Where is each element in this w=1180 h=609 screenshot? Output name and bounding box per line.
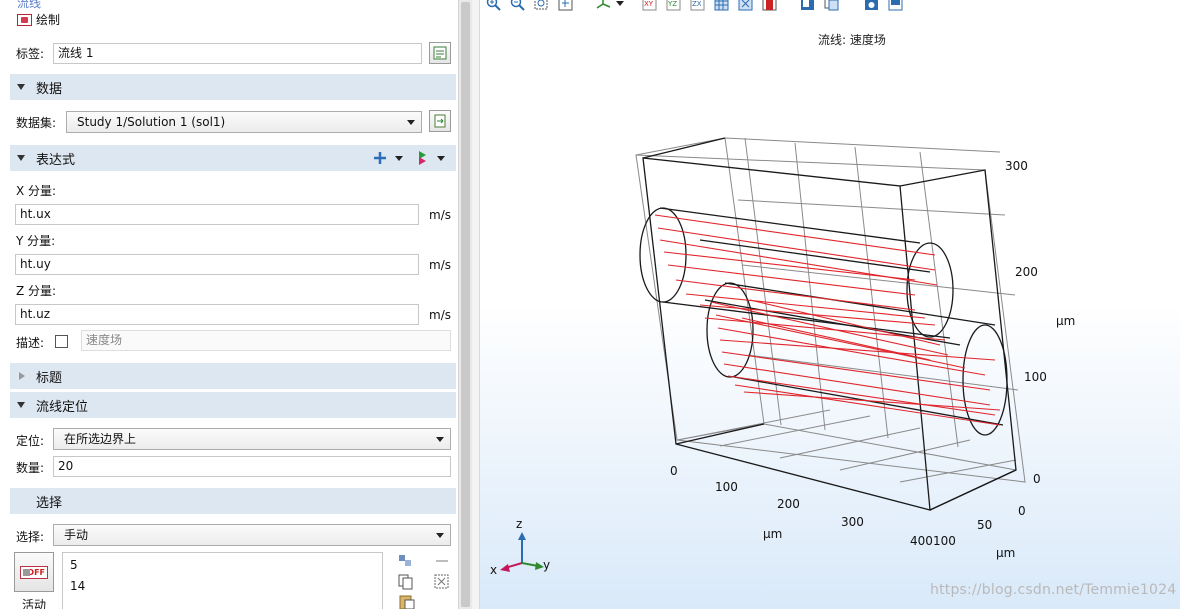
settings-scrollbar[interactable] [458,0,472,609]
axis-labels: 300 200 100 0 µm 0 100 200 300 400 µm 0 … [670,159,1075,560]
list-item[interactable]: 14 [70,579,85,593]
y-tick: 50 [977,518,992,532]
label-input[interactable]: 流线 1 [53,43,422,64]
collapse-icon [17,402,25,408]
activate-selection-button[interactable]: OFF [14,552,54,592]
clear-icon [434,574,449,589]
settings-panel: 流线 绘制 标签: 流线 1 数据 数据集: Study 1/Solution … [0,0,458,609]
replace-expression-button[interactable] [374,149,404,167]
copy-selection-button[interactable] [397,573,415,591]
selection-list[interactable]: 5 14 [62,552,383,609]
x-tick: 0 [670,464,678,478]
clear-selection-button[interactable] [433,573,451,591]
select-entities-icon [399,555,411,566]
section-title[interactable]: 标题 [10,363,456,389]
geometry-edges [639,137,1017,511]
description-caption: 描述: [16,336,45,350]
list-item[interactable]: 5 [70,558,78,572]
x-unit: m/s [429,208,451,222]
count-caption: 数量: [16,461,45,475]
z-component-input[interactable]: ht.uz [15,304,419,325]
minus-icon [436,560,448,562]
comsol-window: 流线 绘制 标签: 流线 1 数据 数据集: Study 1/Solution … [0,0,1180,609]
clipboard-icon [399,595,415,609]
chevron-down-icon [436,437,444,442]
panel-title: 流线 [17,0,42,10]
x-unit-label: µm [763,527,782,541]
x-tick: 400 [910,534,933,548]
y-unit: m/s [429,258,451,272]
paste-button[interactable] [398,593,416,609]
z-component-caption: Z 分量: [16,284,57,298]
label-caption: 标签: [16,47,45,61]
section-selection[interactable]: 选择 [10,488,456,514]
z-tick: 300 [1005,159,1028,173]
label-edit-button[interactable] [429,42,451,64]
collapse-icon [17,84,25,90]
count-input[interactable]: 20 [53,456,451,477]
expression-menu-button[interactable] [416,149,446,167]
section-title-title: 标题 [36,370,63,386]
chevron-down-icon [436,533,444,538]
positioning-select[interactable]: 在所选边界上 [53,428,451,450]
remove-selection-button[interactable] [434,555,450,567]
collapse-icon [17,155,25,161]
flag-icon [419,151,445,165]
dataset-value: Study 1/Solution 1 (sol1) [77,115,226,129]
scrollbar-thumb[interactable] [461,2,470,607]
expand-icon [19,372,25,380]
axis-triad: z x y [490,517,550,577]
dataset-select[interactable]: Study 1/Solution 1 (sol1) [66,111,422,133]
y-tick: 100 [933,534,956,548]
bounding-box-grid [635,137,1026,483]
triad-y-label: y [543,558,550,572]
z-tick: 100 [1024,370,1047,384]
selection-value: 手动 [64,528,89,542]
section-selection-title: 选择 [36,495,63,511]
section-positioning-title: 流线定位 [36,399,89,415]
draw-button[interactable]: 绘制 [17,11,60,28]
note-icon [433,46,447,60]
x-component-caption: X 分量: [16,184,57,198]
z-unit-label: µm [1056,314,1075,328]
y-unit-label: µm [996,546,1015,560]
description-input[interactable]: 速度场 [81,330,451,351]
section-expression-title: 表达式 [36,152,76,168]
draw-label: 绘制 [36,13,61,27]
positioning-caption: 定位: [16,434,45,448]
plus-icon [374,152,403,164]
z-tick: 0 [1033,472,1041,486]
panel-splitter[interactable] [472,0,480,609]
y-component-caption: Y 分量: [16,234,56,248]
dataset-caption: 数据集: [16,116,57,130]
x-tick: 200 [777,497,800,511]
active-label: 活动 [22,598,47,609]
copy-icon [398,574,413,590]
section-data[interactable]: 数据 [10,74,456,100]
z-tick: 200 [1015,265,1038,279]
dataset-goto-button[interactable] [429,110,451,132]
positioning-value: 在所选边界上 [64,432,137,446]
off-toggle-icon: OFF [20,566,48,579]
triad-x-label: x [490,563,497,577]
plot-draw-icon [17,13,32,26]
chevron-down-icon [407,120,415,125]
plot-3d-scene[interactable]: 300 200 100 0 µm 0 100 200 300 400 µm 0 … [480,0,1180,609]
description-checkbox[interactable] [55,335,68,348]
y-tick: 0 [1018,504,1026,518]
selection-caption: 选择: [16,530,45,544]
go-to-source-icon [434,114,446,128]
x-component-input[interactable]: ht.ux [15,204,419,225]
z-unit: m/s [429,308,451,322]
paste-selection-button[interactable] [397,553,415,569]
x-tick: 300 [841,515,864,529]
section-data-title: 数据 [36,81,63,97]
triad-z-label: z [516,517,522,531]
y-component-input[interactable]: ht.uy [15,254,419,275]
section-positioning[interactable]: 流线定位 [10,392,456,418]
watermark: https://blog.csdn.net/Temmie1024 [930,582,1177,598]
selection-select[interactable]: 手动 [53,524,451,546]
x-tick: 100 [715,480,738,494]
